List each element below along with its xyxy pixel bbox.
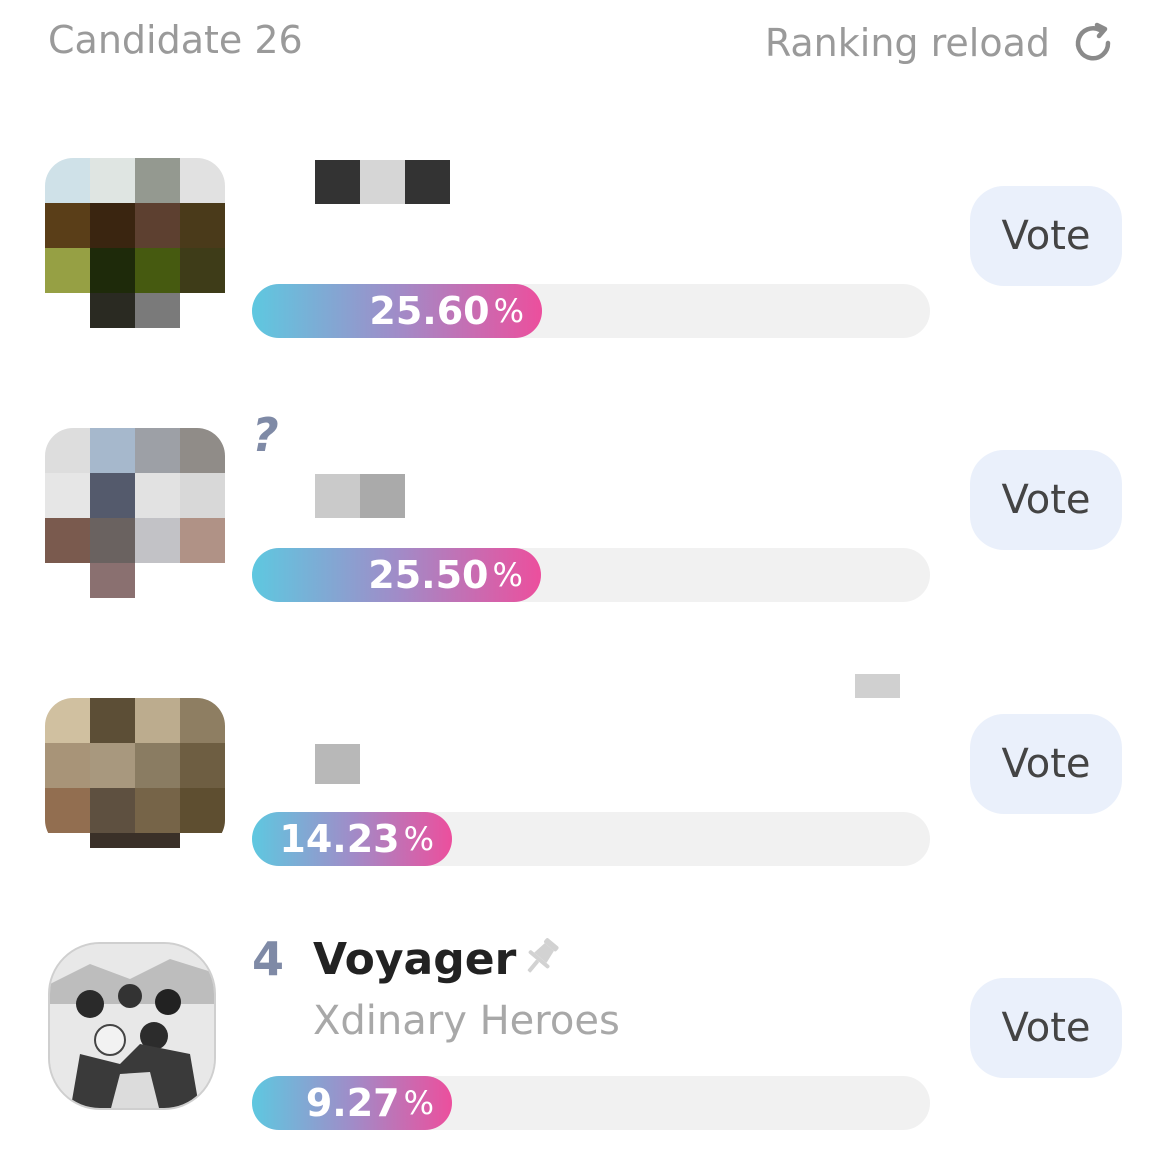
candidate-avatar xyxy=(48,942,216,1110)
percent-sign: % xyxy=(403,1084,434,1122)
artist-name: Xdinary Heroes xyxy=(313,998,620,1044)
ranking-reload-button[interactable]: Ranking reload xyxy=(765,18,1118,68)
avatar-pixel xyxy=(90,248,135,293)
rank-number: ? xyxy=(252,408,279,462)
avatar-pixel xyxy=(135,203,180,248)
avatar-pixel xyxy=(180,428,225,473)
avatar-pixel xyxy=(135,518,180,563)
avatar-pixel xyxy=(180,563,225,598)
avatar-pixel xyxy=(135,743,180,788)
avatar-pixel xyxy=(180,788,225,833)
avatar-pixel xyxy=(90,158,135,203)
avatar-pixel xyxy=(90,563,135,598)
avatar-pixel xyxy=(180,743,225,788)
avatar-pixel xyxy=(180,473,225,518)
avatar-pixel xyxy=(180,518,225,563)
avatar-pixel xyxy=(135,428,180,473)
avatar-pixel xyxy=(135,473,180,518)
avatar-pixel xyxy=(180,248,225,293)
avatar-pixel xyxy=(90,743,135,788)
song-title: Voyager xyxy=(313,934,517,985)
avatar-pixel xyxy=(45,833,90,848)
avatar-pixel xyxy=(90,518,135,563)
avatar-pixel xyxy=(180,158,225,203)
avatar-pixel xyxy=(45,788,90,833)
avatar-pixel xyxy=(45,203,90,248)
candidate-row: 4 Voyager Xdinary Heroes 9.27% Vote xyxy=(0,932,1170,1149)
avatar-pixel xyxy=(45,518,90,563)
avatar-pixel xyxy=(45,158,90,203)
avatar-pixel xyxy=(135,248,180,293)
vote-percent-value: 25.50 xyxy=(368,553,489,597)
vote-button[interactable]: Vote xyxy=(970,978,1122,1078)
candidate-row: 25.60% Vote xyxy=(0,158,1170,358)
avatar-pixel xyxy=(135,833,180,848)
redacted-tag xyxy=(855,674,900,698)
album-art-icon xyxy=(50,944,214,1108)
pin-icon[interactable] xyxy=(518,934,564,980)
avatar-pixel xyxy=(45,293,90,328)
avatar-pixel xyxy=(180,203,225,248)
avatar-pixel xyxy=(90,698,135,743)
avatar-pixel xyxy=(45,743,90,788)
avatar-pixel xyxy=(90,203,135,248)
vote-progress-bar: 9.27% xyxy=(252,1076,930,1130)
vote-percent-value: 25.60 xyxy=(369,289,490,333)
vote-progress-fill: 9.27% xyxy=(252,1076,452,1130)
avatar-pixel xyxy=(180,293,225,328)
vote-percent-value: 14.23 xyxy=(279,817,400,861)
avatar-pixel xyxy=(45,248,90,293)
avatar-pixel xyxy=(90,788,135,833)
vote-button[interactable]: Vote xyxy=(970,186,1122,286)
vote-progress-fill: 14.23% xyxy=(252,812,452,866)
redacted-subtitle xyxy=(315,474,405,518)
candidate-avatar xyxy=(45,428,225,598)
candidate-avatar xyxy=(45,698,225,848)
avatar-pixel xyxy=(180,833,225,848)
avatar-pixel xyxy=(135,293,180,328)
avatar-pixel xyxy=(45,563,90,598)
candidate-row: ? 25.50% Vote xyxy=(0,408,1170,622)
avatar-pixel xyxy=(135,158,180,203)
vote-button[interactable]: Vote xyxy=(970,714,1122,814)
avatar-pixel xyxy=(90,833,135,848)
vote-progress-bar: 25.50% xyxy=(252,548,930,602)
avatar-pixel xyxy=(135,788,180,833)
percent-sign: % xyxy=(492,556,523,594)
avatar-pixel xyxy=(90,293,135,328)
vote-percent-value: 9.27 xyxy=(305,1081,400,1125)
ranking-reload-label: Ranking reload xyxy=(764,21,1050,65)
candidate-count: Candidate 26 xyxy=(48,18,303,62)
vote-button[interactable]: Vote xyxy=(970,450,1122,550)
candidate-row: 14.23% Vote xyxy=(0,674,1170,886)
vote-progress-fill: 25.50% xyxy=(252,548,541,602)
redacted-subtitle xyxy=(315,744,360,784)
redacted-title xyxy=(315,160,450,204)
vote-progress-bar: 14.23% xyxy=(252,812,930,866)
vote-progress-fill: 25.60% xyxy=(252,284,542,338)
avatar-pixel xyxy=(90,428,135,473)
avatar-pixel xyxy=(135,698,180,743)
candidate-avatar xyxy=(45,158,225,328)
avatar-pixel xyxy=(45,428,90,473)
header: Candidate 26 Ranking reload xyxy=(0,0,1170,90)
rank-number: 4 xyxy=(252,932,285,986)
avatar-pixel xyxy=(180,698,225,743)
avatar-pixel xyxy=(90,473,135,518)
avatar-pixel xyxy=(135,563,180,598)
avatar-pixel xyxy=(45,698,90,743)
refresh-icon[interactable] xyxy=(1068,18,1118,68)
avatar-pixel xyxy=(45,473,90,518)
vote-progress-bar: 25.60% xyxy=(252,284,930,338)
percent-sign: % xyxy=(493,292,524,330)
percent-sign: % xyxy=(403,820,434,858)
